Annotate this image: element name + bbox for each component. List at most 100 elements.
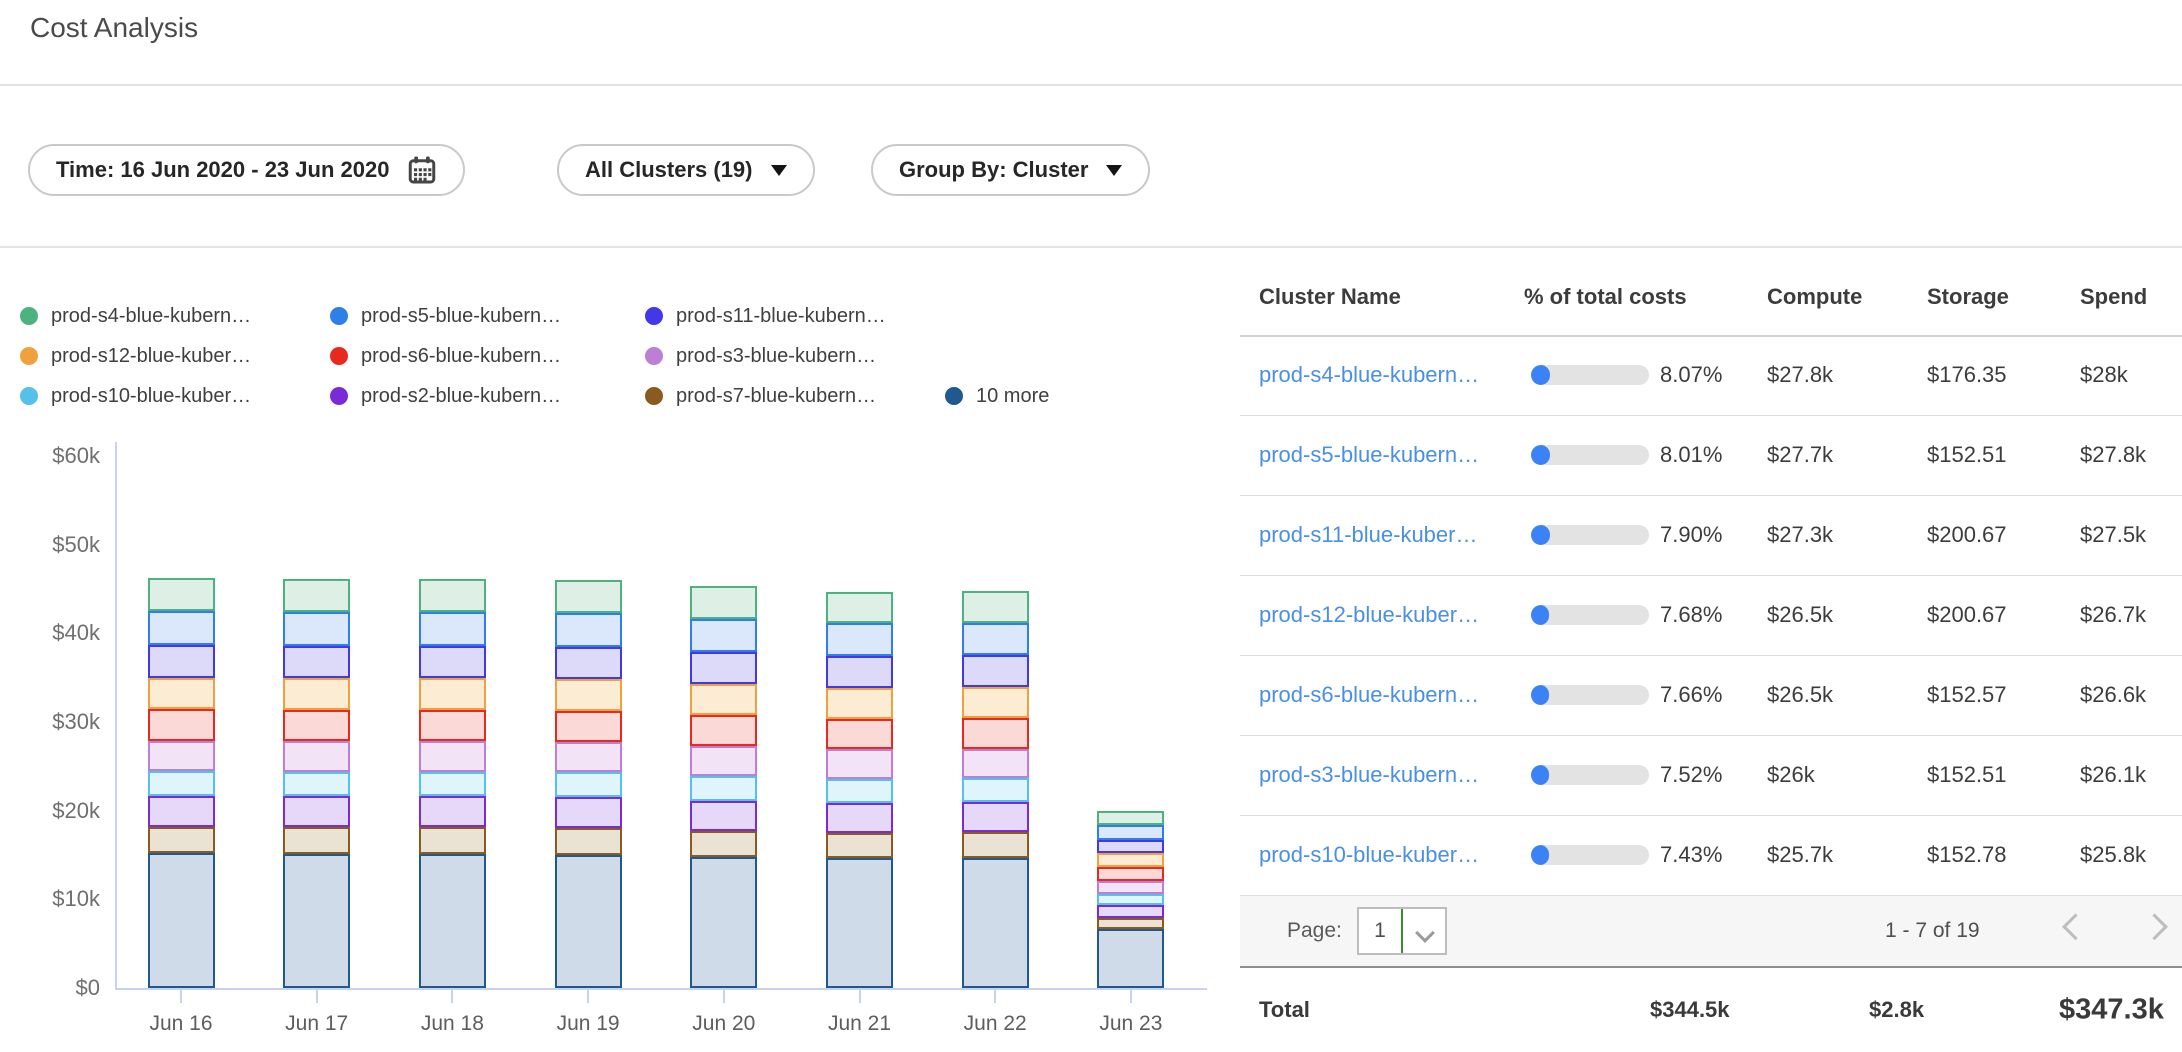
- bar-segment-prod-s10-blue-kuber[interactable]: [419, 772, 486, 797]
- bar-segment-prod-s10-blue-kuber[interactable]: [690, 776, 757, 801]
- bar-segment-prod-s12-blue-kuber[interactable]: [148, 678, 215, 710]
- bar-segment-prod-s11-blue-kubern[interactable]: [962, 655, 1029, 687]
- bar-segment-prod-s6-blue-kubern[interactable]: [283, 710, 350, 741]
- bar-segment-prod-s11-blue-kubern[interactable]: [419, 646, 486, 679]
- cluster-link[interactable]: prod-s5-blue-kubern…: [1259, 442, 1479, 468]
- cluster-link[interactable]: prod-s11-blue-kuber…: [1259, 522, 1477, 548]
- bar-segment-prod-s7-blue-kubern[interactable]: [826, 833, 893, 859]
- bar-segment-prod-s12-blue-kuber[interactable]: [1097, 853, 1164, 867]
- bar-segment-prod-s11-blue-kubern[interactable]: [555, 647, 622, 680]
- cluster-link[interactable]: prod-s4-blue-kubern…: [1259, 362, 1479, 388]
- bar-segment-prod-s4-blue-kubern[interactable]: [962, 591, 1029, 623]
- bar-segment-10-more[interactable]: [962, 858, 1029, 988]
- bar-segment-prod-s7-blue-kubern[interactable]: [690, 831, 757, 857]
- col-storage: Storage: [1927, 284, 2009, 310]
- bar-segment-prod-s11-blue-kubern[interactable]: [148, 645, 215, 678]
- bar-segment-prod-s11-blue-kubern[interactable]: [690, 652, 757, 684]
- bar-segment-prod-s7-blue-kubern[interactable]: [1097, 918, 1164, 930]
- bar-segment-prod-s6-blue-kubern[interactable]: [419, 710, 486, 741]
- bar-segment-prod-s4-blue-kubern[interactable]: [148, 578, 215, 611]
- page-select[interactable]: 1: [1357, 907, 1447, 955]
- bar-segment-prod-s3-blue-kubern[interactable]: [283, 741, 350, 771]
- bar-segment-prod-s2-blue-kubern[interactable]: [555, 797, 622, 828]
- pct-progress-bar: [1531, 685, 1649, 705]
- time-range-filter[interactable]: Time: 16 Jun 2020 - 23 Jun 2020: [28, 144, 465, 196]
- bar-segment-prod-s2-blue-kubern[interactable]: [283, 796, 350, 827]
- bar-segment-prod-s4-blue-kubern[interactable]: [555, 580, 622, 613]
- bar-segment-prod-s10-blue-kuber[interactable]: [148, 771, 215, 796]
- bar-segment-prod-s4-blue-kubern[interactable]: [826, 592, 893, 624]
- bar-segment-prod-s12-blue-kuber[interactable]: [962, 687, 1029, 718]
- bar-segment-prod-s3-blue-kubern[interactable]: [419, 741, 486, 771]
- bar-segment-prod-s12-blue-kuber[interactable]: [283, 678, 350, 710]
- bar-segment-prod-s7-blue-kubern[interactable]: [283, 827, 350, 854]
- bar-segment-prod-s5-blue-kubern[interactable]: [419, 612, 486, 646]
- bar-segment-prod-s10-blue-kuber[interactable]: [1097, 894, 1164, 905]
- cluster-link[interactable]: prod-s6-blue-kubern…: [1259, 682, 1479, 708]
- clusters-filter[interactable]: All Clusters (19): [557, 144, 815, 196]
- prev-page-button[interactable]: [2062, 913, 2089, 940]
- cluster-link[interactable]: prod-s12-blue-kuber…: [1259, 602, 1479, 628]
- bar-segment-10-more[interactable]: [1097, 929, 1164, 988]
- bar-segment-prod-s2-blue-kubern[interactable]: [962, 802, 1029, 832]
- bar-segment-prod-s5-blue-kubern[interactable]: [148, 611, 215, 645]
- bar-segment-prod-s6-blue-kubern[interactable]: [962, 718, 1029, 748]
- bar-segment-prod-s6-blue-kubern[interactable]: [148, 709, 215, 740]
- bar-segment-prod-s2-blue-kubern[interactable]: [826, 803, 893, 833]
- bar-segment-prod-s4-blue-kubern[interactable]: [1097, 811, 1164, 825]
- bar-segment-10-more[interactable]: [826, 858, 893, 988]
- bar-segment-10-more[interactable]: [283, 854, 350, 988]
- bar-segment-10-more[interactable]: [555, 855, 622, 988]
- bar-segment-prod-s5-blue-kubern[interactable]: [826, 623, 893, 656]
- bar-segment-prod-s11-blue-kubern[interactable]: [826, 656, 893, 688]
- bar-segment-10-more[interactable]: [148, 853, 215, 988]
- bar-segment-prod-s10-blue-kuber[interactable]: [283, 772, 350, 797]
- bar-segment-prod-s7-blue-kubern[interactable]: [962, 832, 1029, 858]
- bar-segment-prod-s4-blue-kubern[interactable]: [419, 579, 486, 612]
- bar-segment-prod-s4-blue-kubern[interactable]: [283, 579, 350, 612]
- bar-segment-prod-s3-blue-kubern[interactable]: [690, 746, 757, 776]
- bar-segment-prod-s11-blue-kubern[interactable]: [1097, 840, 1164, 853]
- group-by-filter[interactable]: Group By: Cluster: [871, 144, 1150, 196]
- bar-segment-prod-s2-blue-kubern[interactable]: [690, 801, 757, 831]
- bar-segment-prod-s12-blue-kuber[interactable]: [555, 679, 622, 711]
- bar-segment-prod-s7-blue-kubern[interactable]: [419, 827, 486, 854]
- cluster-link[interactable]: prod-s10-blue-kuber…: [1259, 842, 1479, 868]
- bar-segment-prod-s5-blue-kubern[interactable]: [1097, 825, 1164, 840]
- bar-segment-prod-s12-blue-kuber[interactable]: [690, 684, 757, 715]
- bar-segment-10-more[interactable]: [419, 854, 486, 988]
- bar-segment-prod-s7-blue-kubern[interactable]: [555, 828, 622, 855]
- y-axis-label: $20k: [14, 798, 100, 824]
- bar-segment-prod-s2-blue-kubern[interactable]: [148, 796, 215, 827]
- bar-segment-prod-s3-blue-kubern[interactable]: [962, 749, 1029, 778]
- bar-segment-prod-s5-blue-kubern[interactable]: [690, 619, 757, 652]
- bar-segment-prod-s3-blue-kubern[interactable]: [148, 741, 215, 771]
- storage-value: $152.57: [1927, 682, 2007, 708]
- bar-segment-prod-s5-blue-kubern[interactable]: [283, 612, 350, 646]
- bar-segment-10-more[interactable]: [690, 857, 757, 988]
- bar-segment-prod-s3-blue-kubern[interactable]: [1097, 881, 1164, 894]
- bar-segment-prod-s4-blue-kubern[interactable]: [690, 586, 757, 619]
- bar-segment-prod-s11-blue-kubern[interactable]: [283, 646, 350, 679]
- pct-progress-bar: [1531, 605, 1649, 625]
- bar-segment-prod-s7-blue-kubern[interactable]: [148, 827, 215, 854]
- bar-segment-prod-s10-blue-kuber[interactable]: [962, 778, 1029, 802]
- bar-segment-prod-s10-blue-kuber[interactable]: [826, 779, 893, 803]
- bar-segment-prod-s2-blue-kubern[interactable]: [419, 796, 486, 827]
- cluster-link[interactable]: prod-s3-blue-kubern…: [1259, 762, 1479, 788]
- next-page-button[interactable]: [2141, 913, 2168, 940]
- bar-segment-prod-s6-blue-kubern[interactable]: [555, 711, 622, 742]
- bar-segment-prod-s5-blue-kubern[interactable]: [555, 613, 622, 647]
- bar-segment-prod-s6-blue-kubern[interactable]: [690, 715, 757, 746]
- bar-segment-prod-s6-blue-kubern[interactable]: [826, 719, 893, 749]
- page-select-divider: [1401, 909, 1403, 953]
- bar-segment-prod-s3-blue-kubern[interactable]: [555, 742, 622, 772]
- bar-segment-prod-s12-blue-kuber[interactable]: [419, 678, 486, 710]
- bar-segment-prod-s2-blue-kubern[interactable]: [1097, 905, 1164, 918]
- bar-segment-prod-s6-blue-kubern[interactable]: [1097, 867, 1164, 880]
- bar-segment-prod-s10-blue-kuber[interactable]: [555, 772, 622, 797]
- bar-segment-prod-s12-blue-kuber[interactable]: [826, 688, 893, 719]
- x-axis-tick: [1130, 990, 1132, 1003]
- bar-segment-prod-s5-blue-kubern[interactable]: [962, 623, 1029, 656]
- bar-segment-prod-s3-blue-kubern[interactable]: [826, 749, 893, 778]
